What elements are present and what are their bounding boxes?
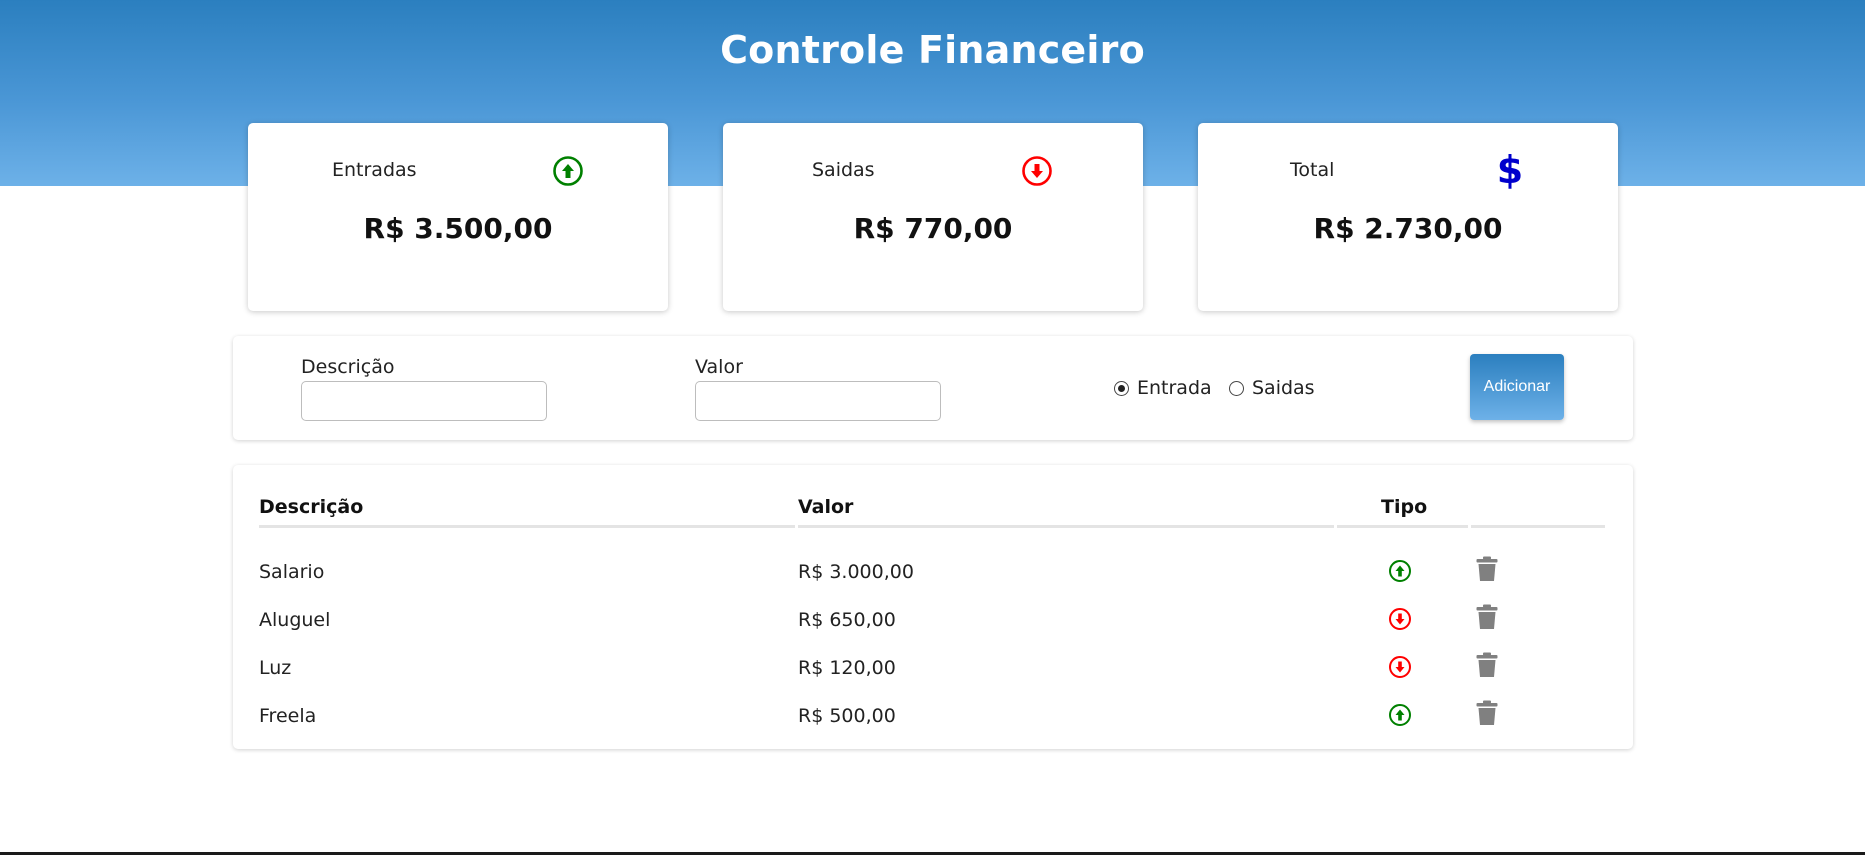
valor-label: Valor: [695, 356, 743, 378]
header-divider: [1337, 525, 1468, 528]
arrow-up-circle-icon: [1388, 703, 1412, 731]
table-row: Luz R$ 120,00: [233, 647, 1633, 695]
trash-icon[interactable]: [1476, 604, 1498, 634]
page: Controle Financeiro Entradas R$ 3.500,00…: [0, 0, 1865, 855]
row-descricao: Salario: [259, 561, 325, 583]
transaction-form: Descrição Valor Entrada Saidas Adicionar: [233, 336, 1633, 440]
entradas-label: Entradas: [332, 159, 417, 181]
total-card: Total $ R$ 2.730,00: [1198, 123, 1618, 311]
row-valor: R$ 3.000,00: [798, 561, 914, 583]
arrow-up-circle-icon: [1388, 559, 1412, 587]
row-descricao: Luz: [259, 657, 292, 679]
saidas-value: R$ 770,00: [853, 212, 1013, 245]
radio-saidas-label[interactable]: Saidas: [1252, 377, 1315, 399]
row-descricao: Freela: [259, 705, 317, 727]
header-valor: Valor: [798, 496, 854, 518]
arrow-down-circle-icon: [1388, 607, 1412, 635]
svg-text:$: $: [1497, 149, 1523, 191]
row-valor: R$ 120,00: [798, 657, 896, 679]
trash-icon[interactable]: [1476, 700, 1498, 730]
table-row: Aluguel R$ 650,00: [233, 599, 1633, 647]
valor-input[interactable]: [695, 381, 941, 421]
row-valor: R$ 500,00: [798, 705, 896, 727]
row-descricao: Aluguel: [259, 609, 331, 631]
header-divider: [798, 525, 1334, 528]
arrow-up-circle-icon: [552, 155, 584, 191]
entradas-value: R$ 3.500,00: [363, 212, 553, 245]
header-divider: [1471, 525, 1605, 528]
add-button[interactable]: Adicionar: [1470, 354, 1564, 420]
entradas-card: Entradas R$ 3.500,00: [248, 123, 668, 311]
radio-saidas[interactable]: [1229, 381, 1244, 396]
trash-icon[interactable]: [1476, 556, 1498, 586]
dollar-sign-icon: $: [1496, 148, 1524, 195]
header-divider: [259, 525, 795, 528]
row-valor: R$ 650,00: [798, 609, 896, 631]
page-title: Controle Financeiro: [720, 28, 1145, 72]
radio-entrada[interactable]: [1114, 381, 1129, 396]
transactions-table: Descrição Valor Tipo Salario R$ 3.000,00: [233, 465, 1633, 749]
saidas-label: Saidas: [812, 159, 875, 181]
descricao-label: Descrição: [301, 356, 395, 378]
total-value: R$ 2.730,00: [1313, 212, 1503, 245]
table-row: Freela R$ 500,00: [233, 695, 1633, 743]
header-tipo: Tipo: [1381, 496, 1428, 518]
trash-icon[interactable]: [1476, 652, 1498, 682]
descricao-input[interactable]: [301, 381, 547, 421]
arrow-down-circle-icon: [1021, 155, 1053, 191]
table-row: Salario R$ 3.000,00: [233, 551, 1633, 599]
saidas-card: Saidas R$ 770,00: [723, 123, 1143, 311]
header-descricao: Descrição: [259, 496, 364, 518]
arrow-down-circle-icon: [1388, 655, 1412, 683]
total-label: Total: [1290, 159, 1335, 181]
radio-entrada-label[interactable]: Entrada: [1137, 377, 1212, 399]
